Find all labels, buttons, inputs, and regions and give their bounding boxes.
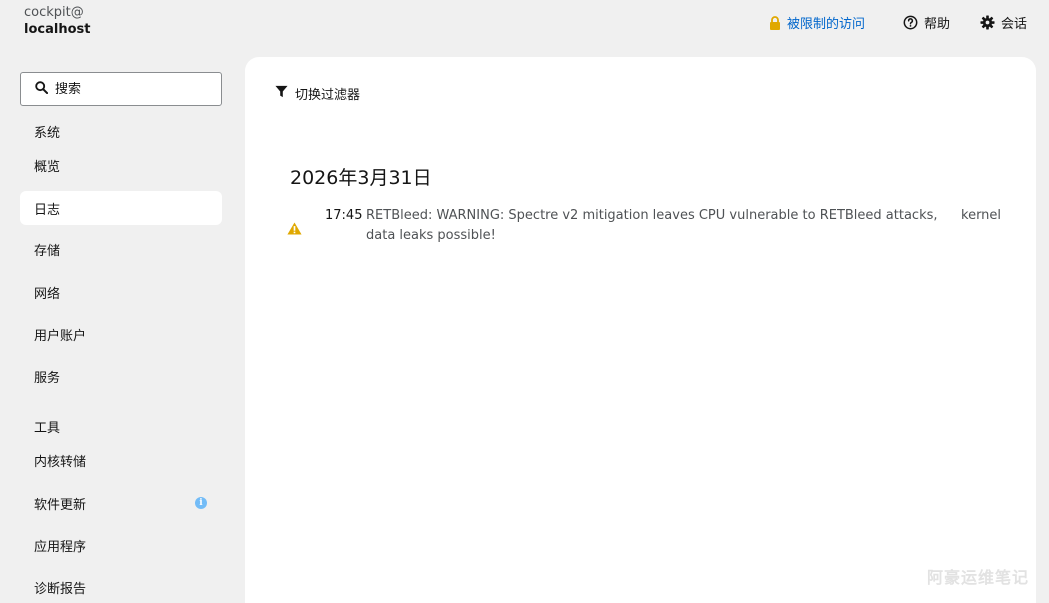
session-button[interactable]: 会话 xyxy=(980,13,1027,32)
sidebar-item-label: 概览 xyxy=(34,159,61,175)
sidebar-item-label: 存储 xyxy=(34,243,61,259)
sidebar-item-diagnostic-reports[interactable]: 诊断报告 xyxy=(20,570,222,603)
sidebar-item-label: 软件更新 xyxy=(34,497,87,513)
info-icon: i xyxy=(195,497,207,509)
log-entry-time: 17:45 xyxy=(325,208,363,223)
watermark: 阿豪运维笔记 xyxy=(926,568,1029,587)
help-icon xyxy=(903,15,918,30)
sidebar-item-label: 日志 xyxy=(34,202,61,218)
sidebar-item-accounts[interactable]: 用户账户 xyxy=(20,317,222,351)
section-system-heading: 系统 xyxy=(34,126,61,141)
sidebar-item-networking[interactable]: 网络 xyxy=(20,275,222,309)
toggle-filters-button[interactable]: 切换过滤器 xyxy=(275,84,360,103)
toggle-filters-label: 切换过滤器 xyxy=(295,88,361,103)
help-label: 帮助 xyxy=(923,17,950,32)
host-name: localhost xyxy=(24,22,91,37)
sidebar-item-label: 诊断报告 xyxy=(34,581,87,597)
sidebar-item-logs[interactable]: 日志 xyxy=(20,191,222,225)
log-entry-message: RETBleed: WARNING: Spectre v2 mitigation… xyxy=(366,208,938,243)
lock-icon xyxy=(769,15,781,30)
search-box xyxy=(20,72,222,106)
sidebar: 系统 概览 日志 存储 网络 用户账户 服务 工具 内核转储 软件更新 i 应用… xyxy=(20,72,222,597)
limited-access-button[interactable]: 被限制的访问 xyxy=(769,13,865,32)
filter-icon xyxy=(275,85,288,102)
sidebar-item-label: 服务 xyxy=(34,370,61,386)
host-label: cockpit@ localhost xyxy=(24,4,90,38)
main-panel: 切换过滤器 2026年3月31日 17:45 RETBleed: WARNING… xyxy=(245,57,1036,603)
gear-icon xyxy=(980,15,995,30)
sidebar-item-label: 用户账户 xyxy=(34,328,87,344)
sidebar-item-storage[interactable]: 存储 xyxy=(20,232,222,266)
date-heading: 2026年3月31日 xyxy=(290,167,432,189)
header-toolbar: 被限制的访问 帮助 会话 xyxy=(769,13,1027,32)
session-label: 会话 xyxy=(1000,17,1027,32)
sidebar-item-overview[interactable]: 概览 xyxy=(20,148,222,182)
sidebar-item-kdump[interactable]: 内核转储 xyxy=(20,443,222,477)
host-user: cockpit@ xyxy=(24,5,84,20)
sidebar-item-label: 内核转储 xyxy=(34,454,87,470)
search-icon xyxy=(35,80,49,98)
limited-access-label: 被限制的访问 xyxy=(786,17,865,32)
sidebar-item-label: 网络 xyxy=(34,286,61,302)
sidebar-item-software-updates[interactable]: 软件更新 i xyxy=(20,486,222,520)
sidebar-item-label: 应用程序 xyxy=(34,539,87,555)
warning-triangle-icon xyxy=(287,220,302,239)
sidebar-item-services[interactable]: 服务 xyxy=(20,359,222,393)
sidebar-item-applications[interactable]: 应用程序 xyxy=(20,528,222,562)
search-input[interactable] xyxy=(55,81,205,97)
log-entry-identifier: kernel xyxy=(961,208,1002,223)
section-tools-heading: 工具 xyxy=(34,421,61,436)
help-button[interactable]: 帮助 xyxy=(903,13,950,32)
